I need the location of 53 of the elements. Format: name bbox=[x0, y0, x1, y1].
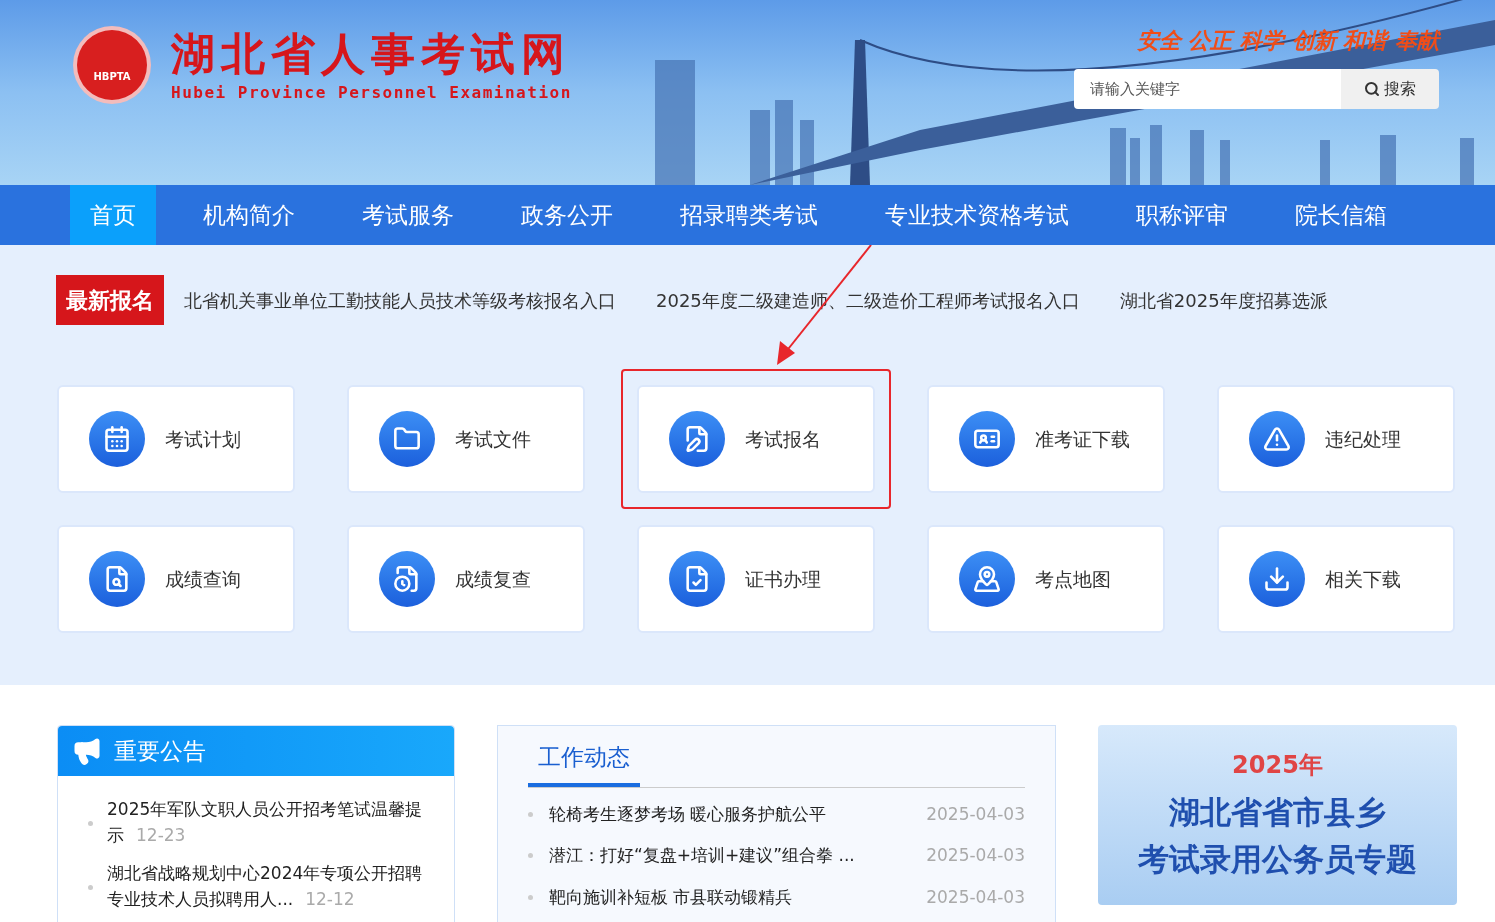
download-icon bbox=[1249, 551, 1305, 607]
slogan: 安全 公正 科学 创新 和谐 奉献 bbox=[1136, 27, 1439, 55]
logo: HBPTA bbox=[73, 26, 151, 104]
service-tile[interactable]: 考试计划 bbox=[57, 385, 295, 493]
news-date: 2025-04-03 bbox=[926, 844, 1025, 867]
banner-title: 湖北省省市县乡 bbox=[1169, 793, 1386, 832]
search-field[interactable]: 请输入关键字 bbox=[1074, 69, 1341, 109]
service-tile[interactable]: 考点地图 bbox=[927, 525, 1165, 633]
service-tile[interactable]: 证书办理 bbox=[637, 525, 875, 633]
document-refresh-icon bbox=[379, 551, 435, 607]
service-tile[interactable]: 考试文件 bbox=[347, 385, 585, 493]
nav-tab[interactable]: 专业技术资格考试 bbox=[865, 185, 1089, 245]
warning-icon bbox=[1249, 411, 1305, 467]
latest-badge: 最新报名 bbox=[56, 275, 164, 325]
notice-link[interactable]: 湖北省战略规划中心2024年专项公开招聘专业技术人员拟聘用人... 12-12 bbox=[107, 860, 434, 912]
civil-service-banner[interactable]: 2025年 湖北省省市县乡 考试录用公务员专题 bbox=[1098, 725, 1457, 905]
search-icon bbox=[1364, 81, 1380, 97]
document-pen-icon bbox=[669, 411, 725, 467]
news-link[interactable]: 轮椅考生逐梦考场 暖心服务护航公平 bbox=[549, 801, 927, 827]
nav-tab[interactable]: 职称评审 bbox=[1116, 185, 1248, 245]
nav-tab[interactable]: 院长信箱 bbox=[1275, 185, 1407, 245]
news-title[interactable]: 工作动态 bbox=[528, 740, 640, 787]
service-tile[interactable]: 成绩复查 bbox=[347, 525, 585, 633]
banner-title: 考试录用公务员专题 bbox=[1138, 839, 1417, 879]
notice-title: 重要公告 bbox=[114, 736, 206, 766]
nav-tab[interactable]: 机构简介 bbox=[183, 185, 315, 245]
service-tile[interactable]: 违纪处理 bbox=[1217, 385, 1455, 493]
ticker-link[interactable]: 湖北省2025年度招募选派 bbox=[1119, 286, 1328, 314]
news-link[interactable]: 潜江：打好“复盘+培训+建议”组合拳 ... bbox=[549, 843, 927, 869]
service-tile[interactable]: 准考证下载 bbox=[927, 385, 1165, 493]
nav-tab[interactable]: 招录聘类考试 bbox=[660, 185, 838, 245]
service-tile[interactable]: 成绩查询 bbox=[57, 525, 295, 633]
nav-tab[interactable]: 政务公开 bbox=[501, 185, 633, 245]
news-date: 2025-04-03 bbox=[926, 885, 1025, 909]
document-check-icon bbox=[669, 551, 725, 607]
news-link[interactable]: 靶向施训补短板 市县联动锻精兵 bbox=[549, 884, 927, 910]
folder-icon bbox=[379, 411, 435, 467]
document-search-icon bbox=[89, 551, 145, 607]
megaphone-icon bbox=[72, 736, 102, 766]
notice-link[interactable]: 2025年军队文职人员公开招考笔试温馨提示 12-23 bbox=[107, 796, 434, 848]
service-tile[interactable]: 相关下载 bbox=[1217, 525, 1455, 633]
search-button[interactable]: 搜索 bbox=[1341, 69, 1439, 109]
service-tile[interactable]: 考试报名 bbox=[637, 385, 875, 493]
news-date: 2025-04-03 bbox=[926, 802, 1025, 826]
banner-year: 2025年 bbox=[1232, 750, 1323, 781]
ticker-link[interactable]: 北省机关事业单位工勤技能人员技术等级考核报名入口 bbox=[184, 286, 616, 314]
calendar-icon bbox=[89, 411, 145, 467]
nav-tab[interactable]: 考试服务 bbox=[342, 185, 474, 245]
site-subtitle: Hubei Province Personnel Examination bbox=[171, 81, 572, 104]
id-card-icon bbox=[959, 411, 1015, 467]
site-title: 湖北省人事考试网 bbox=[171, 26, 572, 81]
ticker-link[interactable]: 2025年度二级建造师、二级造价工程师考试报名入口 bbox=[656, 286, 1080, 314]
map-pin-icon bbox=[959, 551, 1015, 607]
